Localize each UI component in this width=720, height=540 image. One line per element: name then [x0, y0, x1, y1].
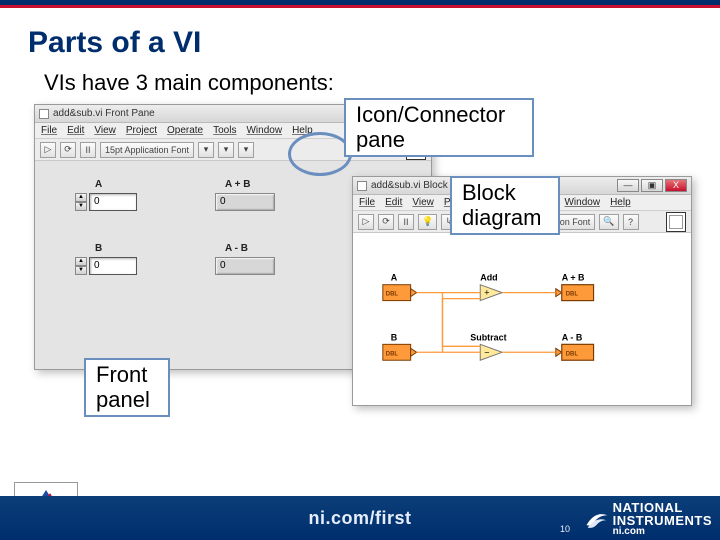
distribute-button[interactable]: ▾ — [218, 142, 234, 158]
run-continuous-button[interactable]: ⟳ — [60, 142, 76, 158]
menu-edit[interactable]: Edit — [385, 197, 402, 208]
label-a: A — [95, 179, 102, 190]
control-a[interactable]: ▲▼ 0 — [75, 193, 139, 211]
svg-text:−: − — [484, 347, 489, 357]
menu-project[interactable]: Project — [126, 125, 157, 136]
term-a: DBL — [386, 292, 399, 298]
menu-window[interactable]: Window — [564, 197, 600, 208]
callout-icon-connector: Icon/Connector pane — [344, 98, 534, 157]
icon-connector-highlight — [288, 132, 352, 176]
ni-logo: NATIONAL INSTRUMENTS ni.com — [584, 500, 712, 538]
svg-text:DBL: DBL — [386, 351, 399, 357]
control-a-value[interactable]: 0 — [89, 193, 137, 211]
highlight-button[interactable]: 💡 — [418, 214, 437, 230]
menu-view[interactable]: View — [412, 197, 434, 208]
label-b: B — [95, 243, 102, 254]
slide-canvas: add&sub.vi Front Pane — ▣ X File Edit Vi… — [0, 104, 720, 464]
bd-label-b: B — [391, 332, 398, 342]
vi-icon-small — [357, 181, 367, 191]
label-aplusb: A + B — [225, 179, 250, 190]
bd-label-a: A — [391, 273, 398, 283]
window-buttons: — ▣ X — [617, 179, 687, 192]
minimize-button[interactable]: — — [617, 179, 639, 192]
menu-window[interactable]: Window — [246, 125, 282, 136]
menu-view[interactable]: View — [94, 125, 116, 136]
spin-down-icon[interactable]: ▼ — [75, 266, 87, 275]
bd-body: A DBL Add + A + B DBL B DBL Subtract − A… — [353, 233, 691, 405]
spin-up-icon[interactable]: ▲ — [75, 257, 87, 266]
svg-text:DBL: DBL — [566, 292, 579, 298]
spin-down-icon[interactable]: ▼ — [75, 202, 87, 211]
callout-block-diagram: Block diagram — [450, 176, 560, 235]
menu-operate[interactable]: Operate — [167, 125, 203, 136]
menu-edit[interactable]: Edit — [67, 125, 84, 136]
indicator-aminusb: 0 — [215, 257, 275, 275]
menu-tools[interactable]: Tools — [213, 125, 236, 136]
control-b-value[interactable]: 0 — [89, 257, 137, 275]
ni-eagle-icon — [584, 504, 609, 534]
spin-up-icon[interactable]: ▲ — [75, 193, 87, 202]
footer-bar: ni.com/first 10 NATIONAL INSTRUMENTS ni.… — [0, 496, 720, 540]
top-accent-bar — [0, 0, 720, 8]
svg-text:+: + — [484, 288, 489, 298]
bd-label-add: Add — [480, 273, 497, 283]
bd-label-aplusb: A + B — [562, 273, 585, 283]
run-continuous-button[interactable]: ⟳ — [378, 214, 394, 230]
fp-title-text: add&sub.vi Front Pane — [53, 108, 353, 119]
vi-icon-connector[interactable] — [666, 212, 686, 232]
font-picker[interactable]: 15pt Application Font — [100, 142, 194, 158]
bd-label-aminusb: A - B — [562, 332, 583, 342]
search-button[interactable]: 🔍 — [599, 214, 618, 230]
menu-file[interactable]: File — [359, 197, 375, 208]
close-button[interactable]: X — [665, 179, 687, 192]
control-b[interactable]: ▲▼ 0 — [75, 257, 139, 275]
menu-help[interactable]: Help — [610, 197, 631, 208]
bd-label-sub: Subtract — [470, 332, 506, 342]
help-button[interactable]: ? — [623, 214, 639, 230]
slide-title: Parts of a VI — [28, 26, 720, 60]
label-aminusb: A - B — [225, 243, 248, 254]
indicator-aplusb: 0 — [215, 193, 275, 211]
pause-button[interactable]: II — [80, 142, 96, 158]
ni-logo-text: NATIONAL INSTRUMENTS ni.com — [613, 501, 712, 537]
svg-text:DBL: DBL — [566, 351, 579, 357]
align-button[interactable]: ▾ — [198, 142, 214, 158]
reorder-button[interactable]: ▾ — [238, 142, 254, 158]
slide-subtitle: VIs have 3 main components: — [44, 70, 720, 96]
maximize-button[interactable]: ▣ — [641, 179, 663, 192]
vi-icon-small — [39, 109, 49, 119]
page-number: 10 — [560, 524, 570, 534]
menu-file[interactable]: File — [41, 125, 57, 136]
callout-front-panel: Front panel — [84, 358, 170, 417]
run-button[interactable]: ▷ — [358, 214, 374, 230]
pause-button[interactable]: II — [398, 214, 414, 230]
run-button[interactable]: ▷ — [40, 142, 56, 158]
block-diagram-svg: A DBL Add + A + B DBL B DBL Subtract − A… — [353, 233, 691, 406]
